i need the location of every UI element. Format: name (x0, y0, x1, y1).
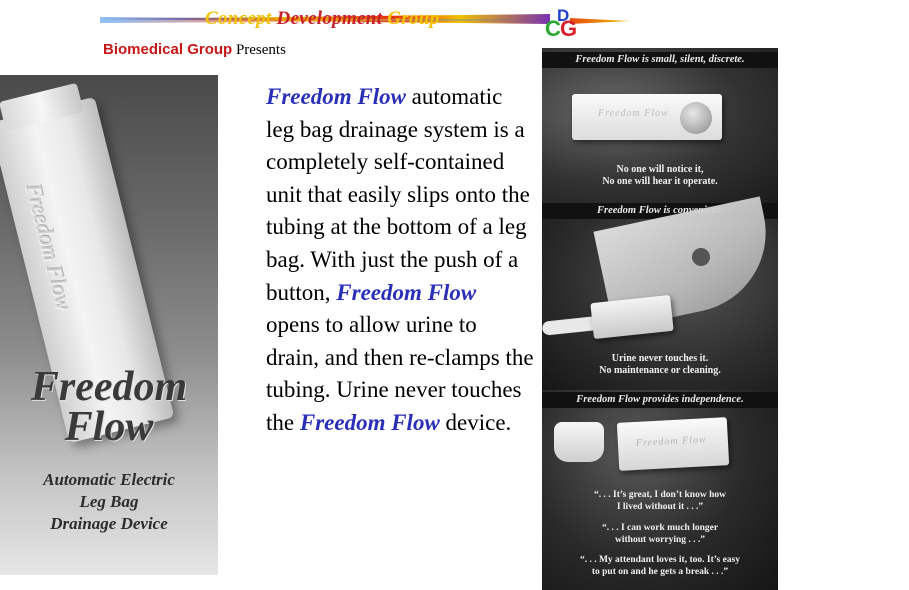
testimonial-quote: “. . . I can work much longer without wo… (542, 523, 778, 546)
bag-hole (692, 248, 710, 266)
brochure-section-small: Freedom Flow is small, silent, discrete.… (542, 48, 778, 203)
presents-line: Biomedical Group Presents (103, 41, 286, 59)
brochure-panel: Freedom Flow is small, silent, discrete.… (542, 48, 778, 590)
description-text: device. (439, 409, 512, 435)
device-cap (0, 82, 84, 132)
device-photo: Freedom Flow (572, 94, 722, 140)
brochure-section-independence: Freedom Flow provides independence. Free… (542, 390, 778, 590)
brand-name: Freedom Flow (299, 409, 440, 435)
description-text: automatic leg bag drainage system is a c… (266, 84, 530, 305)
device-label: Freedom Flow (598, 108, 669, 119)
cup-image (554, 422, 604, 462)
device-photo: Freedom Flow (616, 417, 730, 471)
clamp-device-image (590, 294, 674, 340)
header-banner: Concept Development Group C D G (100, 4, 630, 41)
banner-title-part3: Group (382, 8, 440, 29)
caption-line: No maintenance or cleaning. (599, 365, 721, 376)
product-subtitle-line1: Automatic Electric (43, 470, 175, 489)
coin-image (680, 102, 712, 134)
testimonial-quote: “. . . My attendant loves it, too. It’s … (542, 555, 778, 578)
section-header: Freedom Flow provides independence. (542, 392, 778, 408)
presenter-name: Biomedical Group (103, 41, 233, 58)
device-engraving: Freedom Flow (21, 181, 77, 313)
product-title: Freedom Flow (0, 364, 218, 450)
quote-line: “. . . It’s great, I don’t know how (594, 490, 726, 500)
logo-letter-g: G (560, 16, 578, 41)
product-title-line1: Freedom (30, 364, 188, 410)
product-title-line2: Flow (64, 404, 154, 450)
quote-line: “. . . My attendant loves it, too. It’s … (579, 555, 741, 565)
caption-line: No one will notice it, (616, 164, 704, 175)
quote-line: to put on and he gets a break . . .” (591, 566, 729, 577)
quote-line: without worrying . . .” (615, 534, 705, 545)
product-photo: Freedom Flow Freedom Flow Automatic Elec… (0, 75, 218, 575)
caption-line: Urine never touches it. (611, 353, 709, 364)
brand-name: Freedom Flow (266, 84, 406, 109)
testimonial-quote: “. . . It’s great, I don’t know how I li… (542, 490, 778, 513)
quote-line: “. . . I can work much longer (601, 523, 719, 533)
banner-title: Concept Development Group (205, 8, 439, 30)
device-label: Freedom Flow (635, 434, 707, 449)
banner-title-part1: Concept (205, 8, 277, 29)
product-subtitle-line3: Drainage Device (50, 514, 168, 533)
section-caption: No one will notice it, No one will hear … (542, 164, 778, 188)
section-caption: Urine never touches it. No maintenance o… (542, 353, 778, 377)
cdg-logo: C D G (545, 6, 583, 41)
brochure-section-convenient: Freedom Flow is convenient. Urine never … (542, 196, 778, 390)
caption-line: No one will hear it operate. (602, 176, 718, 187)
brand-name: Freedom Flow (336, 279, 477, 305)
section-header: Freedom Flow is small, silent, discrete. (542, 52, 778, 68)
presents-word: Presents (235, 42, 286, 58)
banner-title-part2: Development (276, 8, 383, 29)
product-subtitle-line2: Leg Bag (79, 492, 139, 511)
product-subtitle: Automatic Electric Leg Bag Drainage Devi… (0, 469, 218, 535)
quote-line: I lived without it . . .” (616, 501, 704, 512)
description-paragraph: Freedom Flow automatic leg bag drainage … (266, 81, 534, 440)
